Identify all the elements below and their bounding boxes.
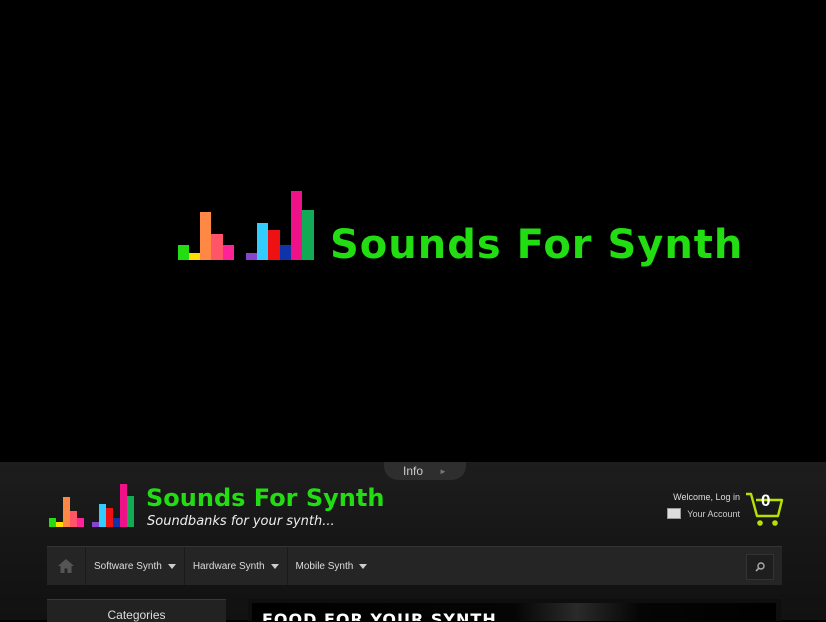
hero-bar: [268, 230, 280, 260]
brand-title: Sounds For Synth: [146, 484, 385, 512]
brand-bar: [127, 496, 134, 527]
welcome-login-link[interactable]: Welcome, Log in: [673, 492, 740, 502]
nav-item-label: Software Synth: [94, 560, 162, 572]
brand-bar: [63, 497, 70, 527]
home-icon: [58, 559, 74, 573]
brand-bar: [49, 518, 56, 527]
nav-item-software-synth[interactable]: Software Synth: [86, 547, 185, 585]
main-nav: Software Synth Hardware Synth Mobile Syn…: [47, 546, 782, 585]
your-account-label: Your Account: [687, 508, 740, 519]
hero-bar: [178, 245, 189, 260]
account-card-icon: [667, 508, 682, 519]
hero-section: Sounds For Synth: [0, 0, 826, 462]
site-header: Info ► Sounds For Synth Soundbanks for y…: [0, 462, 826, 622]
brand-logo[interactable]: Sounds For Synth Soundbanks for your syn…: [48, 482, 384, 530]
nav-item-label: Hardware Synth: [192, 560, 265, 572]
caret-down-icon: [359, 563, 368, 569]
hero-bar: [291, 191, 302, 260]
featured-banner[interactable]: FOOD FOR YOUR SYNTH: [248, 599, 781, 621]
brand-bar: [99, 504, 106, 527]
brand-bar: [92, 522, 99, 527]
cart-count: 0: [761, 491, 771, 510]
caret-down-icon: [270, 563, 279, 569]
hero-bar: [280, 245, 291, 260]
hero-bar: [189, 253, 200, 260]
brand-bar: [77, 518, 84, 527]
banner-text: FOOD FOR YOUR SYNTH: [262, 610, 497, 621]
nav-items: Software Synth Hardware Synth Mobile Syn…: [86, 547, 375, 585]
chevron-right-icon: ►: [439, 466, 447, 476]
brand-tagline: Soundbanks for your synth...: [147, 514, 335, 529]
cart-button[interactable]: 0: [744, 488, 784, 528]
account-area: Welcome, Log in Your Account: [640, 490, 740, 530]
search-icon: [755, 562, 765, 572]
brand-bar: [70, 511, 77, 527]
search-button[interactable]: [746, 554, 774, 580]
hero-bar: [257, 223, 268, 260]
hero-bar: [211, 234, 223, 260]
hero-logo-bars: [178, 191, 314, 260]
nav-home[interactable]: [47, 547, 86, 585]
hero-bar: [302, 210, 314, 260]
brand-bar: [56, 522, 63, 527]
info-tab[interactable]: Info ►: [384, 462, 466, 480]
hero-logo-title: Sounds For Synth: [330, 222, 744, 268]
caret-down-icon: [167, 563, 176, 569]
nav-item-label: Mobile Synth: [295, 560, 354, 572]
brand-bar: [106, 508, 113, 527]
nav-item-hardware-synth[interactable]: Hardware Synth: [185, 547, 288, 585]
hero-bar: [200, 212, 211, 260]
brand-bar: [113, 518, 120, 527]
info-tab-label: Info: [403, 464, 424, 478]
hero-bar: [223, 245, 234, 260]
categories-header: Categories: [47, 599, 226, 622]
hero-bar: [246, 253, 257, 260]
your-account-link[interactable]: Your Account: [667, 508, 740, 519]
brand-bar: [120, 484, 127, 527]
nav-item-mobile-synth[interactable]: Mobile Synth: [288, 547, 376, 585]
brand-logo-bars: [49, 484, 134, 527]
hero-logo: Sounds For Synth: [176, 190, 742, 266]
